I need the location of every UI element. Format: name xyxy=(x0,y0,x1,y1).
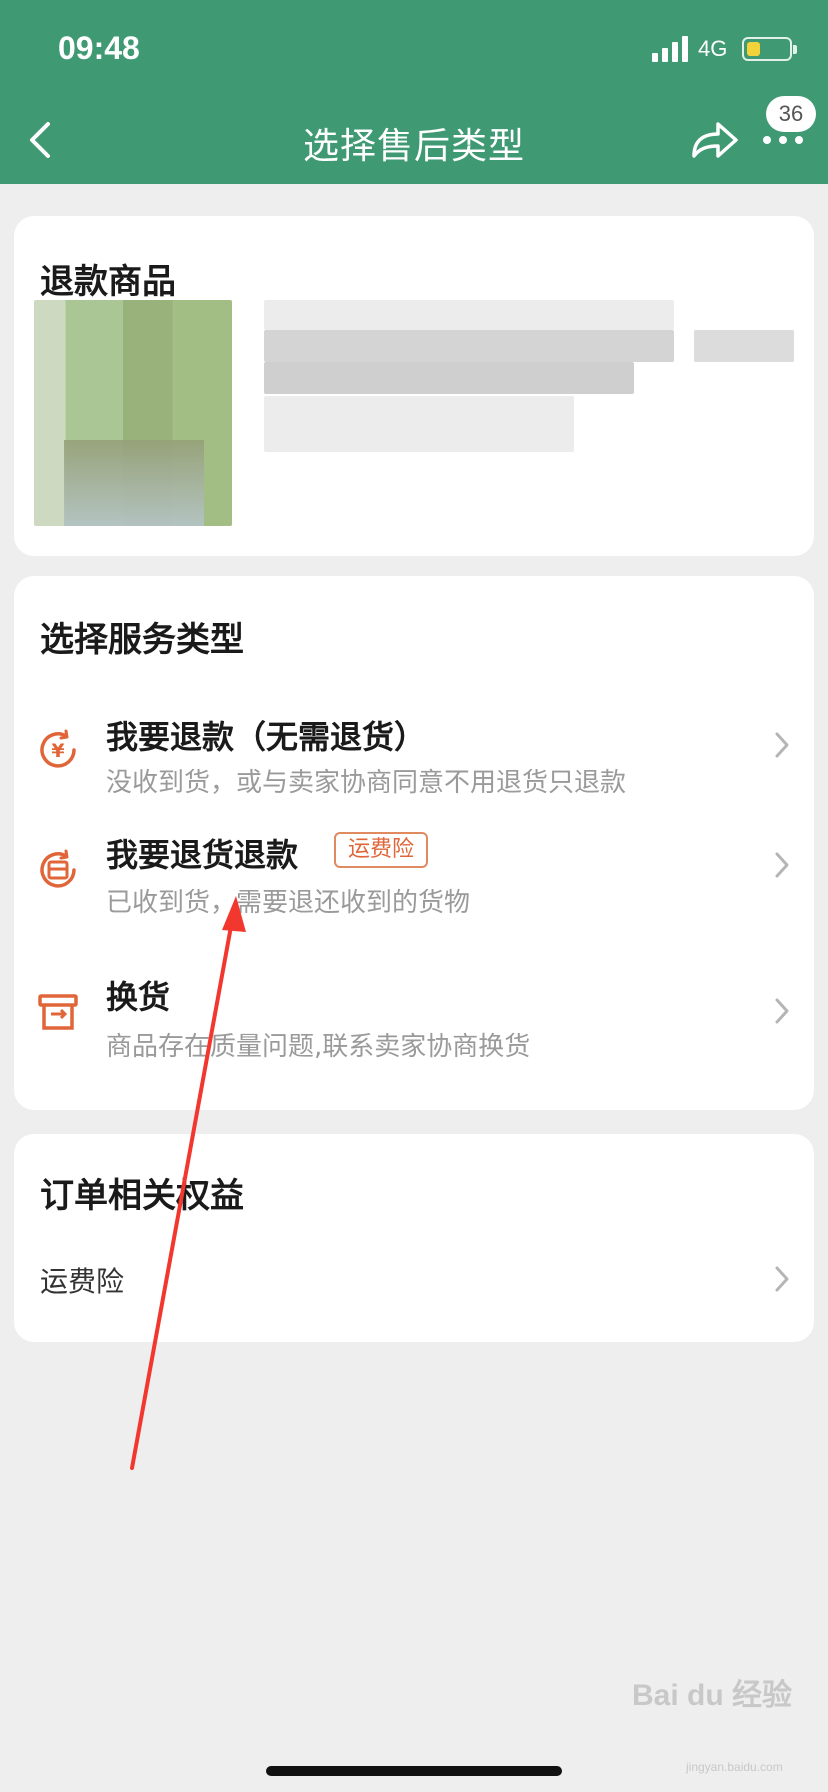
freight-insurance-item[interactable]: 运费险 xyxy=(40,1260,124,1300)
return-package-icon xyxy=(40,849,76,888)
status-time: 09:48 xyxy=(58,30,140,66)
freight-insurance-tag: 运费险 xyxy=(334,832,429,868)
refund-product-title: 退款商品 xyxy=(40,262,176,302)
home-indicator xyxy=(266,1766,562,1776)
battery-level xyxy=(747,42,760,56)
service-type-card: 选择服务类型 ¥ 我要退款（无需退货） 没收到货，或与卖家协商同意不用退货只退款… xyxy=(14,576,814,1110)
share-button[interactable] xyxy=(690,118,740,162)
product-spec-line xyxy=(264,396,574,452)
product-name-line xyxy=(264,300,674,330)
chevron-right-icon xyxy=(775,852,789,878)
order-benefits-title: 订单相关权益 xyxy=(40,1176,244,1216)
chevron-right-icon xyxy=(775,998,789,1024)
service-type-title: 选择服务类型 xyxy=(40,620,244,660)
exchange-box-icon xyxy=(38,994,78,1030)
service-label: 我要退货退款 xyxy=(106,836,299,874)
app-header: 09:48 4G 选择售后类型 36 xyxy=(0,0,828,184)
service-desc: 已收到货，需要退还收到的货物 xyxy=(106,888,471,918)
signal-icon xyxy=(652,36,688,62)
yuan-refund-icon: ¥ xyxy=(40,729,76,768)
service-option-exchange[interactable]: 换货 商品存在质量问题,联系卖家协商换货 xyxy=(14,972,814,1102)
service-label: 换货 xyxy=(106,978,171,1016)
product-spec-line xyxy=(264,362,634,394)
battery-icon xyxy=(742,37,797,61)
service-desc: 商品存在质量问题,联系卖家协商换货 xyxy=(106,1032,531,1062)
service-option-return-refund[interactable]: 我要退货退款 运费险 已收到货，需要退还收到的货物 xyxy=(14,826,814,956)
product-price-line xyxy=(694,330,794,362)
refund-product-card: 退款商品 xyxy=(14,216,814,556)
baidu-watermark-url: jingyan.baidu.com xyxy=(686,1760,783,1774)
order-benefits-card: 订单相关权益 运费险 xyxy=(14,1134,814,1342)
service-desc: 没收到货，或与卖家协商同意不用退货只退款 xyxy=(106,768,627,798)
chevron-right-icon[interactable] xyxy=(772,1264,792,1294)
message-count-badge: 36 xyxy=(766,96,816,132)
svg-text:¥: ¥ xyxy=(51,740,64,762)
product-name-line xyxy=(264,330,674,362)
service-label: 我要退款（无需退货） xyxy=(106,718,427,756)
service-option-refund-only[interactable]: ¥ 我要退款（无需退货） 没收到货，或与卖家协商同意不用退货只退款 xyxy=(14,680,814,810)
chevron-right-icon xyxy=(775,732,789,758)
baidu-watermark: Bai du 经验 xyxy=(632,1679,793,1712)
network-type: 4G xyxy=(698,36,728,61)
product-image[interactable] xyxy=(34,300,232,526)
